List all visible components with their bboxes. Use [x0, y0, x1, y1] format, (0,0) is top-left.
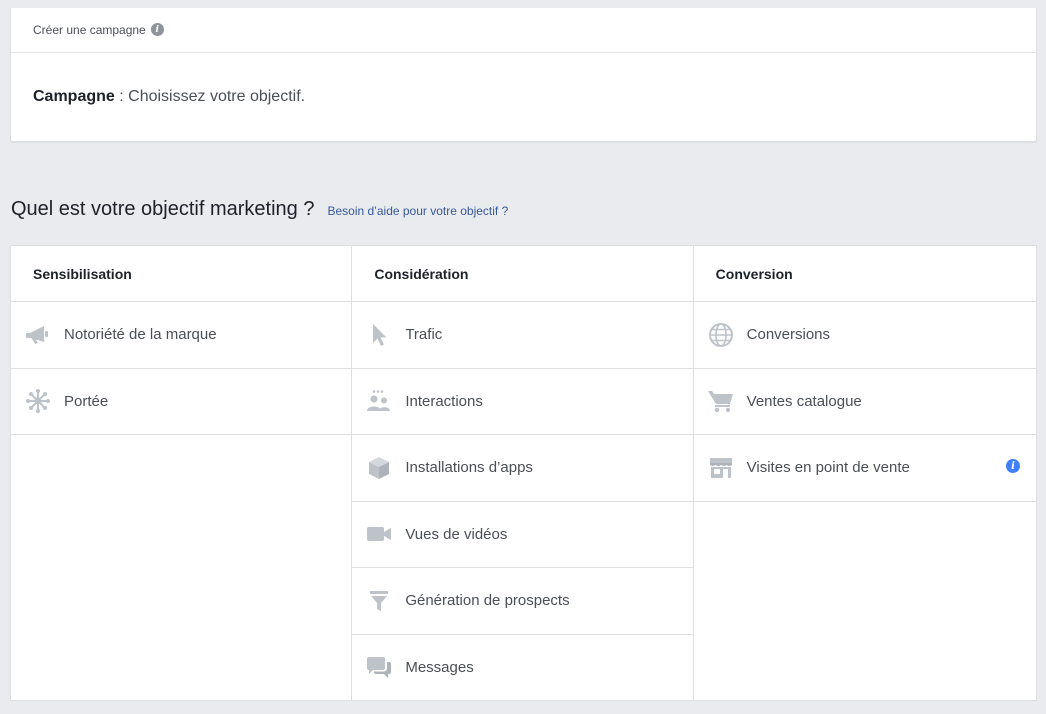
funnel-icon [365, 587, 393, 615]
objective-label: Génération de prospects [405, 592, 570, 610]
column-sensibilisation: Sensibilisation Notoriété de la marque P… [11, 246, 353, 700]
objective-label: Interactions [405, 392, 483, 410]
objective-reach[interactable]: Portée [11, 368, 352, 435]
info-icon[interactable]: i [150, 23, 164, 36]
objective-label: Notoriété de la marque [64, 326, 217, 344]
storefront-icon [707, 454, 735, 482]
column-consideration: Considération Trafic Interactions Instal… [352, 246, 694, 701]
campaign-card: Créer une campagne i Campagne : Choisiss… [10, 8, 1037, 142]
people-icon [365, 387, 393, 415]
objective-heading: Quel est votre objectif marketing ? Beso… [11, 198, 508, 221]
objective-catalog-sales[interactable]: Ventes catalogue [693, 368, 1036, 435]
shopping-cart-icon [707, 387, 735, 415]
campaign-header-label: Créer une campagne [33, 23, 146, 37]
column-conversion: Conversion Conversions Ventes catalogue … [693, 246, 1036, 700]
objective-label: Portée [64, 392, 109, 410]
campaign-body: Campagne : Choisissez votre objectif. [11, 53, 1036, 106]
objective-brand-awareness[interactable]: Notoriété de la marque [11, 302, 352, 369]
globe-icon [707, 321, 735, 349]
campaign-header: Créer une campagne i [11, 8, 1036, 53]
objective-title: Quel est votre objectif marketing ? [11, 198, 315, 220]
objective-engagement[interactable]: Interactions [352, 368, 693, 435]
objective-traffic[interactable]: Trafic [352, 302, 693, 369]
objective-label: Visites en point de vente [746, 459, 910, 477]
objective-video-views[interactable]: Vues de vidéos [352, 501, 693, 568]
objective-app-installs[interactable]: Installations d’apps [352, 435, 693, 502]
objective-label: Vues de vidéos [405, 525, 508, 543]
objective-label: Trafic [405, 326, 443, 344]
megaphone-icon [24, 321, 52, 349]
campaign-label: Campagne [33, 88, 115, 105]
objective-label: Conversions [746, 326, 831, 344]
column-header: Considération [352, 246, 693, 302]
objective-help-link[interactable]: Besoin d’aide pour votre objectif ? [327, 204, 508, 218]
cursor-icon [365, 321, 393, 349]
objective-store-visits[interactable]: Visites en point de vente i [693, 435, 1036, 502]
box-icon [365, 454, 393, 482]
chat-bubbles-icon [365, 653, 393, 681]
page: Créer une campagne i Campagne : Choisiss… [0, 0, 1046, 714]
objective-label: Messages [405, 658, 474, 676]
objective-label: Installations d’apps [405, 459, 533, 477]
objectives-grid: Sensibilisation Notoriété de la marque P… [10, 245, 1037, 701]
column-header: Conversion [693, 246, 1036, 302]
video-camera-icon [365, 520, 393, 548]
objective-lead-generation[interactable]: Génération de prospects [352, 568, 693, 635]
objective-messages[interactable]: Messages [352, 634, 693, 701]
info-icon[interactable]: i [1005, 459, 1020, 473]
objective-label: Ventes catalogue [746, 392, 862, 410]
campaign-instruction: : Choisissez votre objectif. [114, 88, 306, 105]
objective-conversions[interactable]: Conversions [693, 302, 1036, 369]
column-header: Sensibilisation [11, 246, 352, 302]
reach-icon [24, 387, 52, 415]
